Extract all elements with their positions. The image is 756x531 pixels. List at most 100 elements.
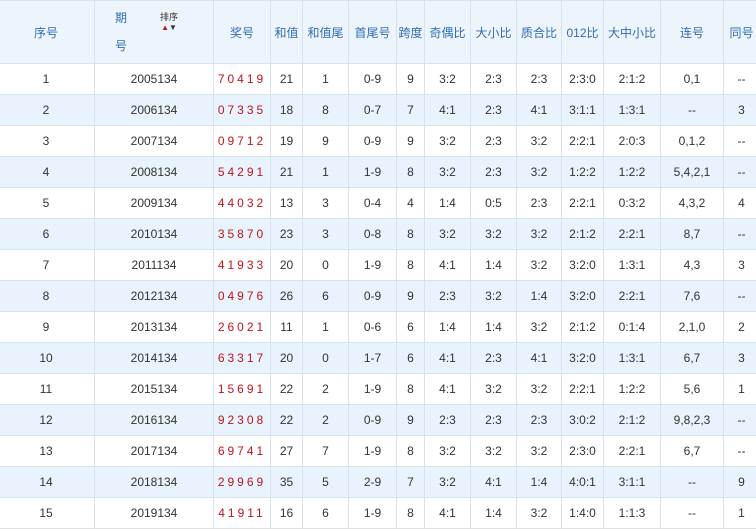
cell-span: 7	[396, 94, 425, 126]
header-prime-composite: 质合比	[516, 0, 562, 64]
cell-odd-even: 3:2	[424, 156, 471, 188]
cell-number: 70419	[213, 63, 271, 95]
cell-same: 4	[723, 187, 756, 219]
header-span: 跨度	[396, 0, 425, 64]
cell-same: 1	[723, 497, 756, 529]
cell-first-last: 0-9	[348, 404, 397, 436]
cell-mod012: 2:1:2	[561, 311, 604, 343]
cell-consecutive: 8,7	[660, 218, 724, 250]
cell-mod012: 1:4:0	[561, 497, 604, 529]
cell-sum-tail: 3	[302, 187, 349, 219]
sort-up-icon[interactable]: ▲	[161, 23, 169, 32]
cell-sum: 35	[270, 466, 303, 498]
table-row: 4 2008134 54291 21 1 1-9 8 3:2 2:3 3:2 1:2:2 1:2:2 5…	[0, 156, 756, 188]
cell-span: 8	[396, 497, 425, 529]
cell-index: 6	[0, 218, 95, 250]
table-row: 1 2005134 70419 21 1 0-9 9 3:2 2:3 2:3 2:3:0 2:1:2 0…	[0, 63, 756, 95]
cell-odd-even: 1:4	[424, 187, 471, 219]
cell-sum: 18	[270, 94, 303, 126]
cell-consecutive: 0,1	[660, 63, 724, 95]
table-row: 2 2006134 07335 18 8 0-7 7 4:1 2:3 4:1 3:1:1 1:3:1-…	[0, 94, 756, 126]
cell-consecutive: 4,3,2	[660, 187, 724, 219]
cell-sum-tail: 6	[302, 280, 349, 312]
cell-consecutive: --	[660, 94, 724, 126]
header-odd-even: 奇偶比	[424, 0, 471, 64]
table-row: 8 2012134 04976 26 6 0-9 9 2:3 3:2 1:4 3:2:0 2:2:1 7…	[0, 280, 756, 312]
cell-first-last: 0-6	[348, 311, 397, 343]
cell-prime-composite: 3:2	[516, 373, 562, 405]
cell-mod012: 3:2:0	[561, 342, 604, 374]
cell-big-mid-small: 0:3:2	[603, 187, 661, 219]
cell-first-last: 1-9	[348, 249, 397, 281]
table-row: 6 2010134 35870 23 3 0-8 8 3:2 3:2 3:2 2:1:2 2:2:1 8…	[0, 218, 756, 250]
cell-first-last: 0-9	[348, 125, 397, 157]
cell-mod012: 1:2:2	[561, 156, 604, 188]
cell-odd-even: 1:4	[424, 311, 471, 343]
cell-mod012: 2:2:1	[561, 125, 604, 157]
cell-big-mid-small: 2:0:3	[603, 125, 661, 157]
cell-index: 15	[0, 497, 95, 529]
cell-span: 9	[396, 63, 425, 95]
cell-same: --	[723, 280, 756, 312]
cell-number: 26021	[213, 311, 271, 343]
cell-index: 10	[0, 342, 95, 374]
cell-big-mid-small: 1:3:1	[603, 249, 661, 281]
cell-index: 8	[0, 280, 95, 312]
cell-mod012: 2:3:0	[561, 63, 604, 95]
cell-index: 9	[0, 311, 95, 343]
cell-odd-even: 3:2	[424, 466, 471, 498]
cell-odd-even: 4:1	[424, 497, 471, 529]
cell-period: 2009134	[94, 187, 214, 219]
cell-big-mid-small: 0:1:4	[603, 311, 661, 343]
cell-sum: 21	[270, 63, 303, 95]
cell-prime-composite: 3:2	[516, 249, 562, 281]
cell-period: 2014134	[94, 342, 214, 374]
cell-first-last: 0-4	[348, 187, 397, 219]
table-row: 3 2007134 09712 19 9 0-9 9 3:2 2:3 3:2 2:2:1 2:0:3 0…	[0, 125, 756, 157]
cell-mod012: 2:1:2	[561, 218, 604, 250]
cell-sum-tail: 8	[302, 94, 349, 126]
table-row: 14 2018134 29969 35 5 2-9 7 3:2 4:1 1:4 4:0:1 3:1:1…	[0, 466, 756, 498]
cell-period: 2011134	[94, 249, 214, 281]
cell-span: 9	[396, 280, 425, 312]
cell-mod012: 2:3:0	[561, 435, 604, 467]
cell-big-mid-small: 2:1:2	[603, 404, 661, 436]
cell-first-last: 1-9	[348, 497, 397, 529]
cell-big-mid-small: 2:2:1	[603, 218, 661, 250]
header-sum: 和值	[270, 0, 303, 64]
cell-big-mid-small: 2:1:2	[603, 63, 661, 95]
sort-down-icon[interactable]: ▼	[169, 23, 177, 32]
cell-number: 04976	[213, 280, 271, 312]
cell-period: 2005134	[94, 63, 214, 95]
cell-sum: 26	[270, 280, 303, 312]
cell-period: 2019134	[94, 497, 214, 529]
cell-sum: 20	[270, 342, 303, 374]
cell-sum-tail: 6	[302, 497, 349, 529]
cell-big-small: 2:3	[470, 342, 517, 374]
cell-odd-even: 2:3	[424, 404, 471, 436]
cell-big-mid-small: 1:3:1	[603, 94, 661, 126]
cell-consecutive: 2,1,0	[660, 311, 724, 343]
cell-first-last: 1-7	[348, 342, 397, 374]
cell-prime-composite: 4:1	[516, 342, 562, 374]
cell-big-small: 2:3	[470, 94, 517, 126]
cell-index: 12	[0, 404, 95, 436]
cell-same: --	[723, 125, 756, 157]
table-row: 12 2016134 92308 22 2 0-9 9 2:3 2:3 2:3 3:0:2 2:1:2…	[0, 404, 756, 436]
cell-big-small: 2:3	[470, 156, 517, 188]
table-row: 11 2015134 15691 22 2 1-9 8 4:1 3:2 3:2 2:2:1 1:2:2…	[0, 373, 756, 405]
sort-control[interactable]: 排序 ▲▼	[160, 10, 178, 32]
header-big-mid-small: 大中小比	[603, 0, 661, 64]
cell-mod012: 3:1:1	[561, 94, 604, 126]
cell-same: --	[723, 435, 756, 467]
cell-big-mid-small: 2:2:1	[603, 435, 661, 467]
cell-odd-even: 3:2	[424, 435, 471, 467]
cell-index: 11	[0, 373, 95, 405]
cell-first-last: 0-9	[348, 63, 397, 95]
cell-same: 2	[723, 311, 756, 343]
header-period-bottom: 号	[115, 39, 128, 53]
cell-same: --	[723, 156, 756, 188]
cell-same: 3	[723, 94, 756, 126]
cell-period: 2018134	[94, 466, 214, 498]
cell-span: 8	[396, 249, 425, 281]
